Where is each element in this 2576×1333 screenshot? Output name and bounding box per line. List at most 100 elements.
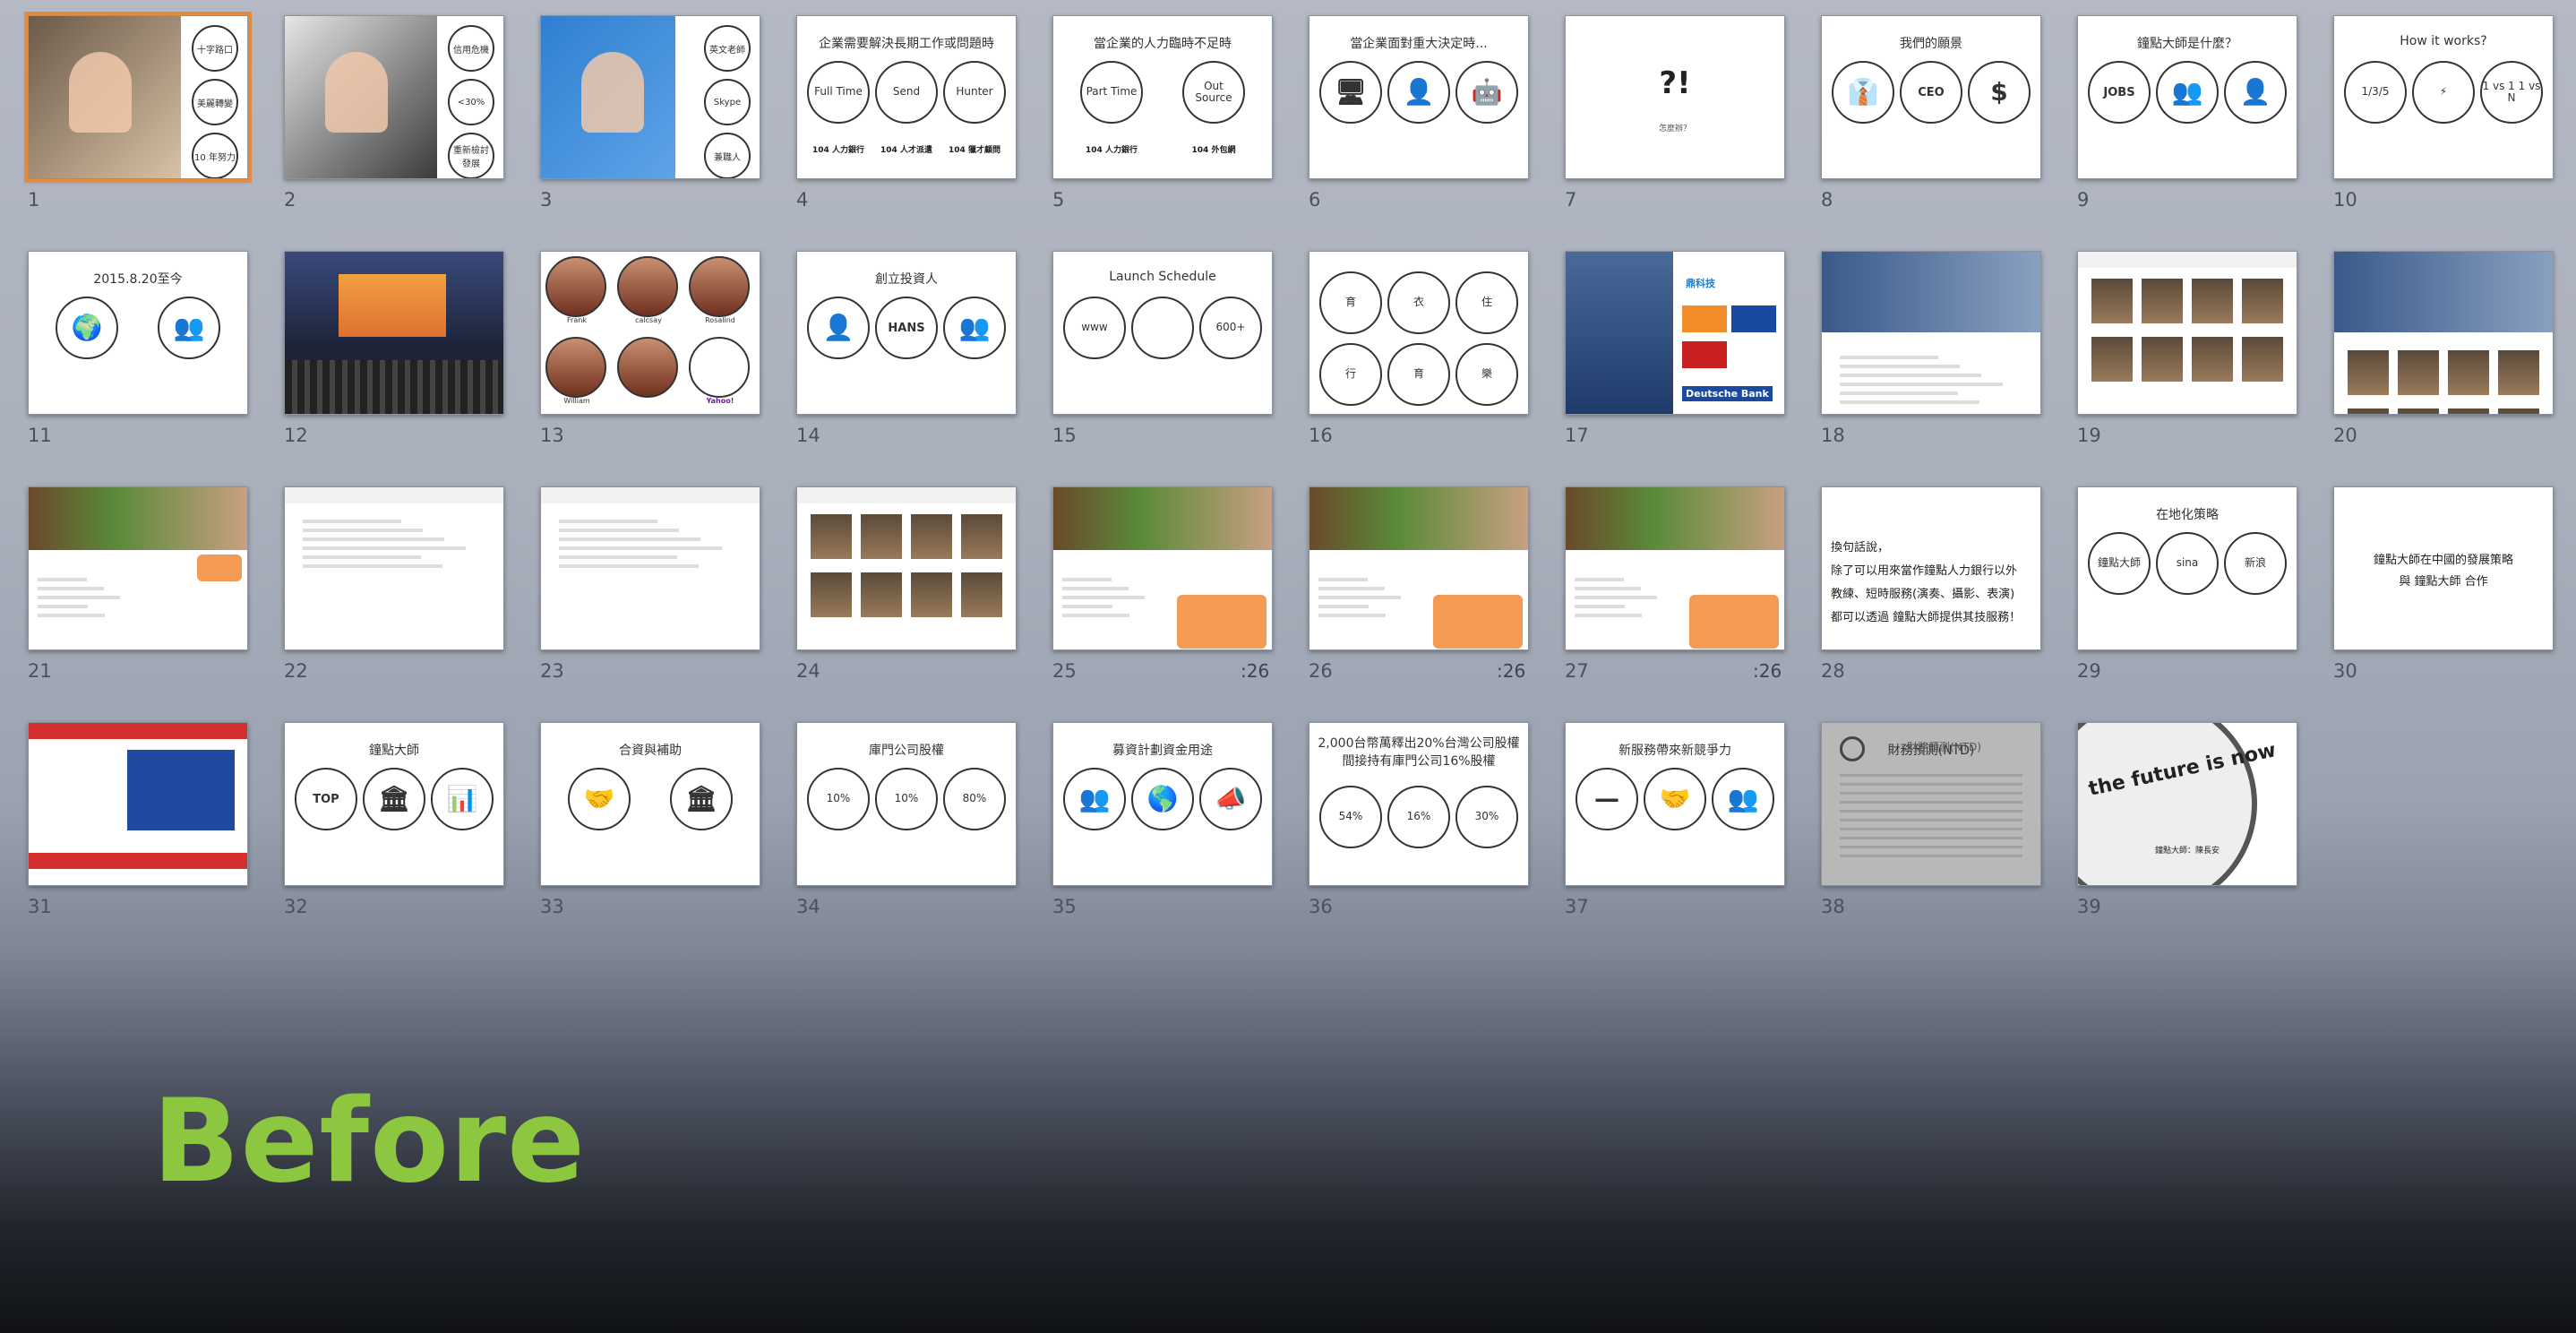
slide-text-block: 鐘點大師在中國的發展策略與 鐘點大師 合作 <box>2334 550 2553 593</box>
slide-number: 15 <box>1052 425 1077 446</box>
slide-title: 我們的願景 <box>1900 37 1962 51</box>
web-grid-card <box>961 514 1002 559</box>
slide-thumbnail[interactable]: 當企業面對重大決定時... 🖥 👤 🤖 <box>1309 15 1529 179</box>
slide-thumbnail[interactable] <box>1565 486 1785 650</box>
slide-thumbnail[interactable]: 鐘點大師是什麼？ JOBS 👥 👤 <box>2077 15 2297 179</box>
slide-thumbnail[interactable]: 2015.8.20至今 🌍 👥 <box>28 251 248 415</box>
slide-thumbnail[interactable] <box>2077 251 2297 415</box>
keyword-circle: 育 <box>1387 343 1450 406</box>
slide-thumbnail[interactable]: 財務預測(NTD) 財務預測(NTD) <box>1821 722 2041 886</box>
icon-circle: 🌍 <box>56 297 118 359</box>
slide-title: 新服務帶來新競爭力 <box>1619 744 1731 758</box>
slide-thumbnail[interactable]: 我們的願景 👔 CEO $ <box>1821 15 2041 179</box>
side-circle-list: 英文老師 Skype 兼職人 <box>704 25 751 178</box>
slide-thumbnail[interactable]: Launch Schedule www 600+ <box>1052 251 1273 415</box>
slide-thumbnail[interactable] <box>28 486 248 650</box>
keyword-circle: 16% <box>1387 786 1450 848</box>
slide-icon: 👥 <box>173 313 205 342</box>
logo-row: 104 人力銀行 104 人才派遣 104 獵才顧問 <box>804 143 1009 155</box>
slide-number: 11 <box>28 425 52 446</box>
keyword-circle: 30% <box>1455 786 1518 848</box>
slide-icon: 🌍 <box>71 313 103 342</box>
slide-title: 創立投資人 <box>875 272 938 287</box>
slide-thumbnail[interactable]: the future is now 鐘點大師：陳長安 <box>2077 722 2297 886</box>
slide-thumbnail[interactable]: 募資計劃資金用途 👥 🌎 📣 <box>1052 722 1273 886</box>
slide-thumbnail[interactable]: 2,000台幣萬釋出20%台灣公司股權 間接持有庫門公司16%股權 54% 16% 30… <box>1309 722 1529 886</box>
web-grid-card <box>2192 337 2233 382</box>
slide-thumbnail[interactable] <box>284 486 504 650</box>
slide-thumbnail[interactable] <box>284 251 504 415</box>
clock-face <box>2078 723 2257 885</box>
slide-number: 36 <box>1309 896 1333 917</box>
slide-thumbnail[interactable]: 十字路口 美麗轉變 10 年努力 <box>24 12 252 183</box>
slide-thumbnail[interactable] <box>540 486 760 650</box>
slide-thumbnail[interactable]: 在地化策略 鐘點大師 sina 新浪 <box>2077 486 2297 650</box>
keyword-circle: 育 <box>1319 271 1382 334</box>
orange-note-box <box>197 555 242 581</box>
slide-thumbnail[interactable]: 合資與補助 🤝 🏛 <box>540 722 760 886</box>
sponsor-badge <box>1682 341 1727 368</box>
keyword-circle: Part Time <box>1080 61 1143 124</box>
slide-thumbnail[interactable]: 信用危機 <30% 重新檢討發展 <box>284 15 504 179</box>
keyword-circle: 衣 <box>1387 271 1450 334</box>
team-avatar <box>689 256 750 317</box>
slide-thumbnail[interactable]: 當企業的人力臨時不足時 Part Time Out Source 104 人力銀行 10… <box>1052 15 1273 179</box>
team-name: calcsay <box>635 316 662 324</box>
company-logo-text: 104 人力銀行 <box>1086 146 1138 155</box>
slide-thumbnail[interactable]: 企業需要解決長期工作或問題時 Full Time Send Hunter 104 人力銀… <box>796 15 1017 179</box>
keyword-circle: 10 年努力 <box>192 133 238 178</box>
web-header-bar <box>285 487 503 503</box>
icon-circle: 🤝 <box>1644 768 1706 830</box>
slide-number: 6 <box>1309 189 1321 211</box>
web-grid-card <box>2448 408 2489 414</box>
icon-circle: 🏛 <box>670 768 733 830</box>
slide-icon: 🏛 <box>685 784 717 813</box>
web-grid-card <box>961 572 1002 617</box>
slide-icon: 🖥 <box>1335 77 1367 107</box>
icon-circle: 👥 <box>2156 61 2219 124</box>
slide-thumbnail[interactable] <box>796 486 1017 650</box>
slide-title: 合資與補助 <box>619 744 682 758</box>
slide-thumbnail[interactable]: 換句話說， 除了可以用來當作鐘點人力銀行以外 教練、短時服務(演奏、攝影、表演) 都可… <box>1821 486 2041 650</box>
side-circle-list: 信用危機 <30% 重新檢討發展 <box>448 25 494 178</box>
slide-title: 鐘點大師 <box>369 744 419 758</box>
icon-circle: 📣 <box>1199 768 1262 830</box>
slide-number: 5 <box>1052 189 1065 211</box>
slide-thumbnail[interactable]: How it works? 1/3/5 ⚡ 1 vs 1 1 vs N <box>2333 15 2554 179</box>
audience <box>285 360 503 414</box>
icon-circle: 👥 <box>158 297 220 359</box>
slide-thumbnail[interactable] <box>1309 486 1529 650</box>
slide-thumbnail[interactable]: 育衣住行育樂 <box>1309 251 1529 415</box>
icon-row: — 🤝 👥 <box>1573 768 1777 830</box>
slide-thumbnail[interactable]: ?! 怎麼辦？ <box>1565 15 1785 179</box>
slide-thumbnail[interactable]: 鐘點大師在中國的發展策略與 鐘點大師 合作 <box>2333 486 2554 650</box>
orange-note-box <box>1433 595 1523 649</box>
table-title: 財務預測(NTD) <box>1907 741 1981 753</box>
web-grid-card <box>2091 279 2133 323</box>
keyword-circle: 英文老師 <box>704 25 751 72</box>
circle-row: 鐘點大師 sina 新浪 <box>2085 532 2289 595</box>
icon-circle: 🤖 <box>1455 61 1518 124</box>
slide-thumbnail[interactable]: 新服務帶來新競爭力 — 🤝 👥 <box>1565 722 1785 886</box>
slide-thumbnail[interactable]: 鼎科技 Deutsche Bank <box>1565 251 1785 415</box>
slide-thumbnail[interactable] <box>1821 251 2041 415</box>
slide-number: 4 <box>796 189 809 211</box>
slide-thumbnail[interactable] <box>2333 251 2554 415</box>
keyword-circle: 十字路口 <box>192 25 238 72</box>
slide-photo <box>29 16 181 178</box>
icon-circle: 🤝 <box>568 768 631 830</box>
slide-title: How it works? <box>2400 34 2487 48</box>
slide-thumbnail[interactable] <box>1052 486 1273 650</box>
slide-thumbnail[interactable]: 鐘點大師 TOP 🏛 📊 <box>284 722 504 886</box>
slide-title: 2015.8.20至今 <box>93 272 183 287</box>
slide-thumbnail[interactable]: 英文老師 Skype 兼職人 <box>540 15 760 179</box>
slide-thumbnail[interactable]: 創立投資人 👤 HANS 👥 <box>796 251 1017 415</box>
web-header-bar <box>541 487 760 503</box>
web-header-bar <box>1566 487 1784 550</box>
slide-thumbnail[interactable]: Frank calcsay Rosalind William Yahoo! <box>540 251 760 415</box>
web-header-bar <box>1309 487 1528 550</box>
slide-thumbnail[interactable]: 庫門公司股權 10% 10% 80% <box>796 722 1017 886</box>
slide-thumbnail[interactable] <box>28 722 248 886</box>
icon-row: 🤝 🏛 <box>548 768 752 830</box>
slide-number: 8 <box>1821 189 1833 211</box>
